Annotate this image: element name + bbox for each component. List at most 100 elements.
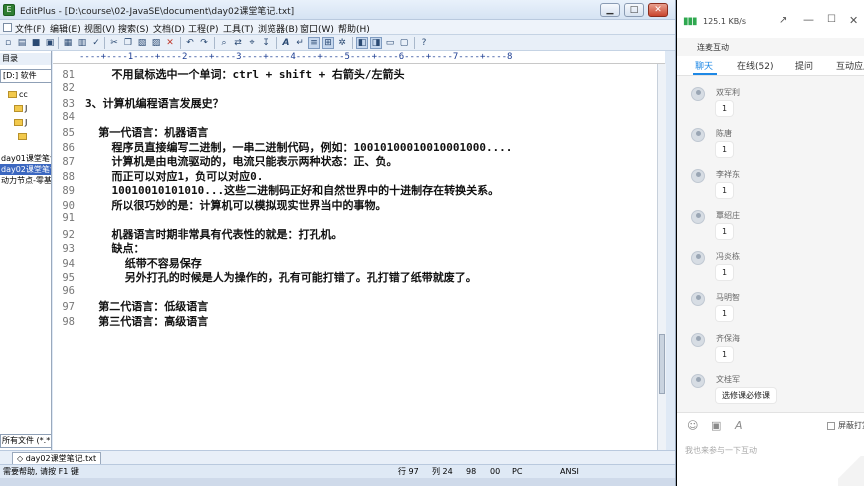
code-line[interactable]: 87 计算机是由电流驱动的，电流只能表示两种状态：正、负。 [53, 153, 397, 168]
maximize-button[interactable]: □ [624, 3, 644, 17]
find-icon[interactable]: ⌕ [218, 37, 230, 49]
open-folder-icon[interactable]: ▤ [16, 37, 28, 49]
paste-special-icon[interactable]: ▨ [150, 37, 162, 49]
menu-project[interactable]: 工程(P) [188, 22, 218, 35]
folder-item[interactable]: cc [8, 89, 28, 101]
avatar[interactable] [691, 128, 705, 142]
tab-day02-file[interactable]: ◇ day02课堂笔记.txt [12, 452, 102, 464]
tab-questions[interactable]: 提问 [795, 59, 813, 72]
cut-icon[interactable]: ✂ [108, 37, 120, 49]
maximize-icon[interactable]: ☐ [827, 14, 836, 25]
scrollbar-thumb[interactable] [659, 334, 665, 394]
code-line[interactable]: 84 [53, 110, 85, 125]
avatar[interactable] [691, 87, 705, 101]
word-wrap-icon[interactable]: ↵ [294, 37, 306, 49]
avatar[interactable] [691, 210, 705, 224]
status-column: 列 24 [432, 467, 453, 476]
tab-online[interactable]: 在线(52) [737, 59, 773, 72]
menu-document[interactable]: 文档(D) [153, 22, 185, 35]
menu-window[interactable]: 窗口(W) [300, 22, 334, 35]
code-line[interactable]: 98 第三代语言：高级语言 [53, 313, 208, 328]
spellcheck-icon[interactable]: ✓ [90, 37, 102, 49]
minimize-button[interactable]: ▁ [600, 3, 620, 17]
redo-icon[interactable]: ↷ [198, 37, 210, 49]
avatar[interactable] [691, 333, 705, 347]
chat-message-list[interactable]: 双军利 1 陈唐 1 李祥东 1 覃绍庄 1 冯炎栋 1 马明智 1 齐保海 1 文桂军 选修课必修课 [677, 78, 864, 408]
code-line[interactable]: 83 3、计算机编程语言发展史？ [53, 95, 223, 110]
image-icon[interactable]: ▣ [711, 419, 721, 432]
close-icon[interactable]: ✕ [849, 14, 858, 27]
menu-help[interactable]: 帮助(H) [338, 22, 370, 35]
code-line[interactable]: 88 而正可以对应1，负可以对应0. [53, 168, 263, 183]
delete-icon[interactable]: ✕ [164, 37, 176, 49]
close-button[interactable]: ✕ [648, 3, 668, 17]
paste-icon[interactable]: ▧ [136, 37, 148, 49]
directory-tab-label[interactable]: 目录 [0, 53, 51, 65]
vertical-scrollbar[interactable] [657, 64, 666, 450]
drive-select[interactable]: [D:] 软件 [0, 69, 51, 83]
save-icon[interactable]: ■ [30, 37, 42, 49]
emoji-icon[interactable]: ☺ [687, 419, 698, 432]
chat-input[interactable] [685, 443, 860, 457]
cliptext-window-icon[interactable]: ◨ [370, 37, 382, 49]
folder-item[interactable]: J [14, 103, 27, 115]
code-line[interactable]: 97 第二代语言：低级语言 [53, 298, 208, 313]
settings-icon[interactable]: ✲ [336, 37, 348, 49]
copy-icon[interactable]: ❐ [122, 37, 134, 49]
menu-tools[interactable]: 工具(T) [223, 22, 254, 35]
chat-sender-name: 文桂军 [716, 375, 740, 384]
save-all-icon[interactable]: ▣ [44, 37, 56, 49]
find-in-files-icon[interactable]: ⌖ [246, 37, 258, 49]
print-icon[interactable]: ▦ [62, 37, 74, 49]
tab-interactive-apps[interactable]: 互动应用 [836, 59, 864, 72]
line-number-icon[interactable]: ≡ [308, 37, 320, 49]
tab-chat[interactable]: 聊天 [695, 59, 713, 72]
code-line[interactable]: 95 另外打孔的时候是人为操作的，孔有可能打错了。孔打错了纸带就废了。 [53, 269, 476, 284]
output-window-icon[interactable]: ▭ [384, 37, 396, 49]
minimize-icon[interactable]: — [803, 13, 814, 26]
folder-item[interactable]: J [14, 117, 27, 129]
code-line[interactable]: 91 [53, 211, 85, 226]
menu-file[interactable]: 文件(F) [15, 22, 45, 35]
file-item-day01[interactable]: day01课堂笔记 [0, 153, 51, 164]
code-line[interactable]: 96 [53, 284, 85, 299]
code-line[interactable]: 92 机器语言时期非常具有代表性的就是：打孔机。 [53, 226, 342, 241]
new-file-icon[interactable]: ▫ [2, 37, 14, 49]
font-icon[interactable]: A [280, 37, 292, 49]
ruler-icon[interactable]: ⊞ [322, 37, 334, 49]
code-line[interactable]: 86 程序员直接编写二进制，一串二进制代码，例如：100101000100100… [53, 139, 512, 154]
code-line[interactable]: 85 第一代语言：机器语言 [53, 124, 208, 139]
font-style-icon[interactable]: A [735, 419, 743, 432]
text-editor[interactable]: 81 不用鼠标选中一个单词：ctrl + shift + 右箭头/左箭头 82 83… [53, 64, 657, 450]
menu-edit[interactable]: 编辑(E) [50, 22, 81, 35]
print-preview-icon[interactable]: ▥ [76, 37, 88, 49]
file-item-doc[interactable]: 动力节点-零基 [0, 175, 51, 186]
goto-line-icon[interactable]: ↧ [260, 37, 272, 49]
block-gifts-checkbox[interactable] [827, 422, 835, 430]
chat-message: 齐保海 1 [677, 324, 864, 365]
code-line[interactable]: 94 纸带不容易保存 [53, 255, 201, 270]
fullscreen-icon[interactable]: ▢ [398, 37, 410, 49]
code-line[interactable]: 89 10010010101010...这些二进制码正好和自然世界中的十进制存在… [53, 182, 499, 197]
undo-icon[interactable]: ↶ [184, 37, 196, 49]
replace-icon[interactable]: ⇄ [232, 37, 244, 49]
file-item-day02[interactable]: day02课堂笔记 [0, 164, 51, 175]
code-line[interactable]: 81 不用鼠标选中一个单词：ctrl + shift + 右箭头/左箭头 [53, 66, 404, 81]
avatar[interactable] [691, 374, 705, 388]
help-icon[interactable]: ? [418, 37, 430, 49]
pin-icon[interactable]: ↗ [779, 15, 787, 26]
code-line[interactable]: 90 所以很巧妙的是：计算机可以模拟现实世界当中的事物。 [53, 197, 386, 212]
line-number: 81 [62, 69, 75, 81]
menu-view[interactable]: 视图(V) [84, 22, 115, 35]
avatar[interactable] [691, 292, 705, 306]
taskbar-strip [0, 478, 675, 486]
directory-window-icon[interactable]: ◧ [356, 37, 368, 49]
code-line[interactable]: 93 缺点： [53, 240, 144, 255]
code-line[interactable]: 82 [53, 81, 85, 96]
avatar[interactable] [691, 251, 705, 265]
avatar[interactable] [691, 169, 705, 183]
file-filter-select[interactable]: 所有文件 (*.*) [0, 434, 51, 448]
menu-search[interactable]: 搜索(S) [118, 22, 149, 35]
folder-item[interactable] [18, 131, 29, 143]
menu-browser[interactable]: 浏览器(B) [258, 22, 298, 35]
